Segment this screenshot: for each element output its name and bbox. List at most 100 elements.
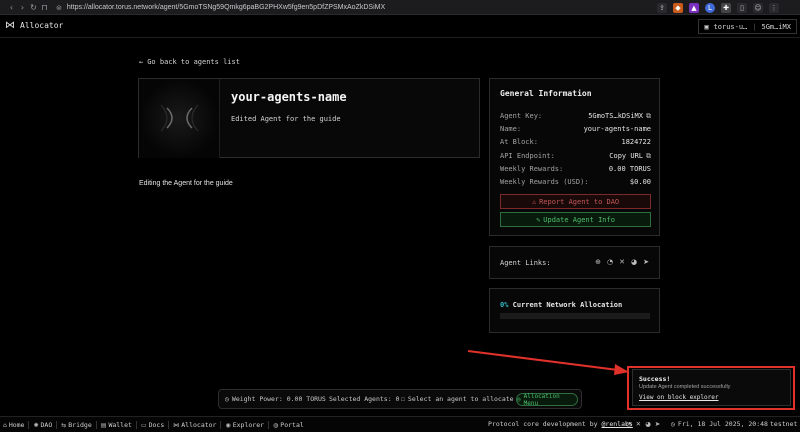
info-value: $0.00	[629, 178, 651, 186]
info-row-weekly-rewards-usd: Weekly Rewards (USD): $0.00	[500, 177, 651, 187]
nav-label: DAO	[40, 421, 53, 429]
nav-label: Allocator	[181, 421, 217, 429]
selected-agents-text: Selected Agents: 0	[329, 395, 400, 403]
info-value: 5GmoTS…kDSiMX	[588, 112, 643, 120]
allocation-menu-label: Allocation Menu	[523, 392, 560, 407]
wallet-icon: ▣	[704, 22, 709, 31]
discord-icon[interactable]: ◔	[626, 420, 632, 428]
info-value: Copy URL	[609, 152, 643, 160]
discord-icon[interactable]: ◔	[607, 258, 613, 266]
app-header: ⋈ Allocator ▣ torus-u… | 5Gm…iMX	[0, 16, 800, 38]
x-icon[interactable]: ✕	[636, 420, 641, 428]
select-agent-prompt: ☐ Select an agent to allocate	[401, 395, 514, 403]
info-key: Weekly Rewards (USD):	[500, 178, 589, 186]
share-icon[interactable]: ⇪	[657, 2, 667, 13]
footer-nav-home[interactable]: ⌂ Home	[3, 421, 30, 429]
nav-label: Portal	[280, 421, 304, 429]
select-prompt-text: Select an agent to allocate	[407, 395, 514, 403]
info-row-name: Name: your-agents-name	[500, 124, 651, 134]
update-agent-button[interactable]: ✎ Update Agent Info	[500, 212, 651, 227]
allocator-icon: ⋈	[173, 421, 180, 429]
back-arrow-icon[interactable]: ‹	[6, 3, 17, 12]
extension-purple-icon[interactable]: ▲	[689, 2, 699, 13]
report-agent-button[interactable]: ⚠ Report Agent to DAO	[500, 194, 651, 209]
allocation-progress-bar	[500, 313, 650, 319]
extension-fox-icon[interactable]: ◆	[673, 2, 683, 13]
footer-nav-docs[interactable]: ▭ Docs	[140, 421, 170, 429]
copy-url-button[interactable]: Copy URL ⧉	[609, 152, 651, 161]
menu-icon[interactable]: ⋮	[769, 2, 779, 13]
footer-bar: ⌂ Home ✺ DAO ⇆ Bridge ▤ Wallet ▭ Docs ⋈ Alloca…	[0, 416, 800, 432]
telegram-icon[interactable]: ➤	[655, 420, 660, 428]
wallet-separator: |	[752, 22, 757, 31]
info-key: At Block:	[500, 138, 538, 146]
agent-links-panel: Agent Links: ⊕ ◔ ✕ ◕ ➤	[489, 246, 660, 279]
allocation-menu-icon: ◎	[517, 396, 521, 403]
explorer-icon: ◉	[225, 421, 231, 429]
clock-icon: ◷	[671, 420, 675, 428]
app-logo[interactable]: ⋈ Allocator	[5, 20, 63, 31]
allocation-percent: 0%	[500, 301, 509, 309]
profile-icon[interactable]: ☺	[753, 2, 763, 13]
info-row-api-endpoint: API Endpoint: Copy URL ⧉	[500, 151, 651, 161]
x-icon[interactable]: ✕	[619, 258, 625, 266]
footer-nav-wallet[interactable]: ▤ Wallet	[101, 421, 137, 429]
checkbox-icon: ☐	[401, 395, 405, 403]
copy-icon[interactable]: ⧉	[646, 112, 651, 121]
footer-nav-allocator[interactable]: ⋈ Allocator	[173, 421, 222, 429]
nav-label: Explorer	[232, 421, 265, 429]
wallet-button[interactable]: ▣ torus-u… | 5Gm…iMX	[698, 19, 797, 34]
docs-icon: ▭	[140, 421, 147, 429]
weight-power-text: Weight Power: 0.00 TORUS	[231, 395, 326, 403]
extension-profile-icon[interactable]: L	[705, 2, 715, 13]
sidebar-icon[interactable]: ▯	[737, 2, 747, 13]
block-explorer-link[interactable]: View on block explorer	[639, 394, 718, 401]
reload-icon[interactable]: ↻	[28, 3, 39, 12]
extension-puzzle-icon[interactable]: ✚	[721, 2, 731, 13]
footer-credit: Protocol core development by @renlabs	[488, 420, 633, 428]
footer-socials: ◔ ✕ ◕ ➤	[626, 420, 660, 428]
browser-toolbar: ‹ › ↻ ⊓ ⊜ https://allocator.torus.networ…	[0, 0, 800, 15]
footer-nav-dao[interactable]: ✺ DAO	[33, 421, 58, 429]
forward-arrow-icon[interactable]: ›	[17, 3, 28, 12]
back-label: Go back to agents list	[147, 58, 240, 66]
url-text: https://allocator.torus.network/agent/5G…	[66, 4, 386, 11]
success-toast: Success! Update Agent completed successf…	[632, 369, 791, 406]
network-name: testnet	[770, 420, 798, 428]
info-value: 0.00 TORUS	[608, 165, 651, 173]
github-icon[interactable]: ◕	[631, 258, 637, 266]
allocation-menu-button[interactable]: ◎ Allocation Menu	[516, 392, 578, 407]
wallet-icon: ▤	[100, 421, 107, 429]
footer-nav-explorer[interactable]: ◉ Explorer	[225, 421, 270, 429]
back-to-agents-link[interactable]: ← Go back to agents list	[139, 58, 240, 66]
home-icon: ⌂	[3, 421, 7, 429]
weight-power: ◷ Weight Power: 0.00 TORUS	[225, 395, 326, 403]
footer-nav-portal[interactable]: ◍ Portal	[273, 421, 308, 429]
agent-links-label: Agent Links:	[500, 259, 551, 267]
nav-label: Bridge	[68, 421, 92, 429]
agent-logo-image	[160, 104, 199, 132]
info-key: Name:	[500, 125, 522, 133]
selected-agents: Selected Agents: 0	[329, 395, 399, 403]
telegram-icon[interactable]: ➤	[643, 258, 649, 266]
info-value: 1824722	[621, 138, 651, 146]
footer-nav-bridge[interactable]: ⇆ Bridge	[61, 421, 97, 429]
copy-icon: ⧉	[646, 151, 651, 160]
bookmark-icon[interactable]: ⊓	[39, 3, 50, 12]
site-info-icon[interactable]: ⊜	[56, 4, 62, 12]
address-bar[interactable]: ⊜ https://allocator.torus.network/agent/…	[56, 2, 636, 13]
agent-image	[139, 79, 220, 158]
report-label: Report Agent to DAO	[539, 197, 620, 206]
portal-icon: ◍	[273, 421, 279, 429]
toast-message: Update Agent completed successfully	[639, 384, 731, 390]
agent-short-description: Edited Agent for the guide	[231, 115, 341, 123]
github-icon[interactable]: ◕	[645, 420, 651, 428]
info-row-at-block: At Block: 1824722	[500, 137, 651, 147]
date-text: Fri, 18 Jul 2025, 20:48	[677, 420, 768, 428]
globe-icon[interactable]: ⊕	[595, 258, 601, 266]
nav-label: Wallet	[108, 421, 132, 429]
info-row-weekly-rewards: Weekly Rewards: 0.00 TORUS	[500, 164, 651, 174]
general-info-title: General Information	[500, 89, 592, 98]
info-key: Agent Key:	[500, 112, 543, 120]
network-allocation-panel: 0% Current Network Allocation	[489, 288, 660, 333]
